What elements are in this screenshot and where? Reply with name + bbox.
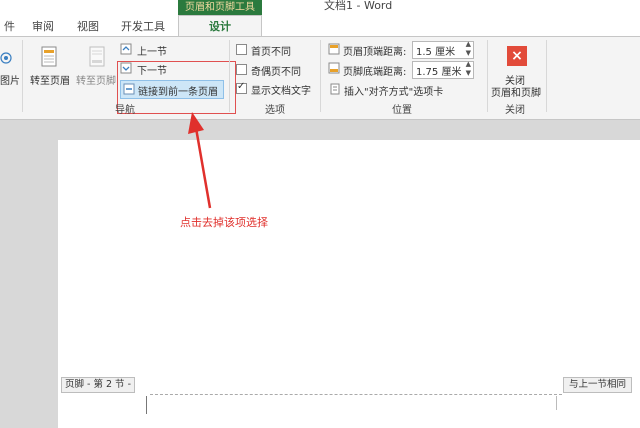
footer-bottom-distance-value: 1.75 厘米 xyxy=(416,67,462,78)
group-separator xyxy=(22,40,23,112)
options-group-label: 选项 xyxy=(265,105,285,116)
previous-section-icon[interactable] xyxy=(120,43,132,55)
different-first-page-label: 首页不同 xyxy=(251,47,291,58)
text-cursor xyxy=(146,396,147,414)
annotation-arrow-icon xyxy=(188,112,212,209)
close-button-line2[interactable]: 页眉和页脚 xyxy=(491,84,541,99)
same-as-previous-label: 与上一节相同 xyxy=(563,377,633,393)
footer-section-label: 页脚 - 第 2 节 - xyxy=(61,377,135,393)
show-document-text-label: 显示文档文字 xyxy=(251,86,311,97)
spinner-arrows-icon[interactable]: ▲ ▼ xyxy=(466,60,471,78)
header-top-distance-value: 1.5 厘米 xyxy=(416,47,456,58)
footer-bottom-distance-spinner[interactable]: 1.75 厘米 ▲ ▼ xyxy=(412,60,474,79)
previous-section-button[interactable]: 上一节 xyxy=(137,43,167,58)
document-page[interactable] xyxy=(58,140,640,428)
show-document-text-checkbox[interactable] xyxy=(236,81,247,94)
context-tab-header: 页眉和页脚工具 xyxy=(178,0,262,15)
window-title: 文档1 - Word xyxy=(324,0,393,12)
context-tab-label: 页眉和页脚工具 xyxy=(185,2,255,13)
footer-boundary-line xyxy=(150,394,562,395)
annotation-text: 点击去掉该项选择 xyxy=(180,216,268,229)
goto-footer-button[interactable]: 转至页脚 xyxy=(76,72,116,87)
margin-marker xyxy=(556,396,557,410)
tab-file[interactable]: 件 xyxy=(4,18,15,36)
picture-icon[interactable] xyxy=(0,48,12,68)
tab-design[interactable]: 设计 xyxy=(178,15,262,37)
navigation-group-label: 导航 xyxy=(115,105,135,116)
different-odd-even-label: 奇偶页不同 xyxy=(251,67,301,78)
tab-developer[interactable]: 开发工具 xyxy=(121,18,165,36)
goto-footer-icon xyxy=(88,46,106,68)
header-top-distance-label: 页眉顶端距离: xyxy=(343,47,407,58)
tab-review[interactable]: 审阅 xyxy=(32,18,54,36)
header-top-distance-spinner[interactable]: 1.5 厘米 ▲ ▼ xyxy=(412,40,474,59)
close-header-footer-icon[interactable]: × xyxy=(507,46,527,66)
different-first-page-checkbox[interactable] xyxy=(236,44,247,55)
header-position-icon xyxy=(328,43,340,55)
different-odd-even-checkbox[interactable] xyxy=(236,64,247,75)
goto-header-icon[interactable] xyxy=(40,46,58,68)
spinner-arrows-icon[interactable]: ▲ ▼ xyxy=(466,40,471,58)
close-group-label: 关闭 xyxy=(505,105,525,116)
group-separator xyxy=(320,40,321,112)
group-separator xyxy=(487,40,488,112)
group-separator xyxy=(229,40,230,112)
picture-button-label[interactable]: 图片 xyxy=(0,72,20,87)
tab-view[interactable]: 视图 xyxy=(77,18,99,36)
footer-bottom-distance-label: 页脚底端距离: xyxy=(343,67,407,78)
insert-align-tab-button[interactable]: 插入"对齐方式"选项卡 xyxy=(344,83,443,98)
group-separator xyxy=(546,40,547,112)
goto-header-button[interactable]: 转至页眉 xyxy=(30,72,70,87)
insert-align-tab-icon xyxy=(330,83,340,95)
position-group-label: 位置 xyxy=(392,105,412,116)
footer-position-icon xyxy=(328,62,340,74)
